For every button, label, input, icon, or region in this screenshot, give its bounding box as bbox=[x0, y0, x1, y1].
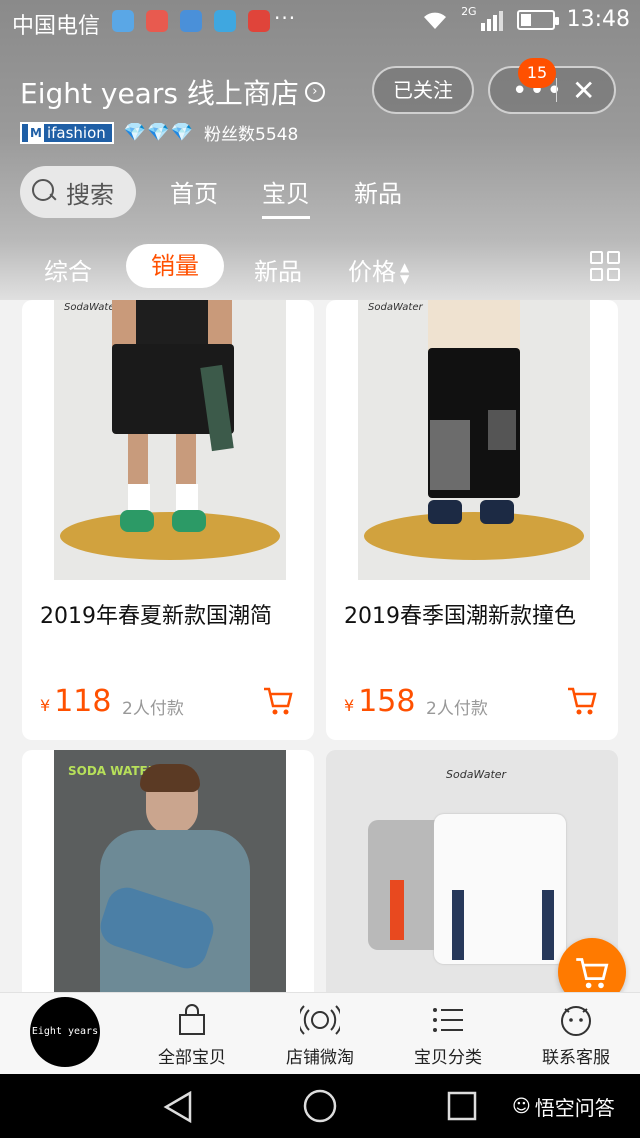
wifi-icon bbox=[424, 12, 447, 29]
product-image: SodaWater bbox=[54, 300, 286, 580]
watermark: ☺ 悟空问答 bbox=[512, 1096, 615, 1120]
home-icon[interactable] bbox=[302, 1088, 338, 1124]
carrier-label: 中国电信 bbox=[12, 14, 101, 39]
close-icon[interactable]: ✕ bbox=[572, 74, 595, 107]
nav-all-items[interactable]: 全部宝贝 bbox=[137, 1001, 247, 1068]
sort-comprehensive[interactable]: 综合 bbox=[44, 252, 92, 287]
ifashion-badge: M ifashion bbox=[20, 121, 114, 144]
browser-notification-icon bbox=[112, 10, 134, 32]
store-title[interactable]: Eight years 线上商店 › bbox=[20, 72, 325, 112]
shop-logo[interactable]: Eight years bbox=[30, 997, 100, 1067]
weibo-notification-icon bbox=[248, 10, 270, 32]
bottom-nav: Eight years 全部宝贝 店铺微淘 宝贝分类 联系客服 bbox=[0, 992, 640, 1074]
system-nav-bar: ☺ 悟空问答 bbox=[0, 1074, 640, 1138]
product-price: ¥158 bbox=[344, 684, 416, 719]
signal-icon bbox=[480, 10, 503, 31]
notification-icons bbox=[112, 10, 270, 32]
ifashion-logo-icon: M bbox=[28, 123, 44, 142]
cart-icon[interactable] bbox=[262, 686, 294, 716]
tab-home[interactable]: 首页 bbox=[170, 174, 218, 209]
shopping-bag-icon bbox=[179, 1004, 205, 1035]
product-card[interactable]: SodaWater 2019春季国潮新款撞色 ¥158 2人付款 bbox=[326, 300, 618, 740]
nav-customer-service[interactable]: 联系客服 bbox=[521, 1001, 631, 1068]
sort-arrows-icon: ▲ ▼ bbox=[400, 260, 410, 286]
nav-categories[interactable]: 宝贝分类 bbox=[393, 1001, 503, 1068]
tab-items[interactable]: 宝贝 bbox=[262, 174, 310, 219]
product-image: SODA WATER bbox=[54, 750, 286, 1010]
store-name: Eight years 线上商店 bbox=[20, 77, 299, 110]
fans-count: 粉丝数5548 bbox=[204, 125, 299, 145]
grid-view-icon[interactable] bbox=[590, 251, 620, 281]
brand-watermark: SodaWater bbox=[446, 768, 507, 781]
nav-store-feed[interactable]: 店铺微淘 bbox=[265, 1001, 375, 1068]
broadcast-icon bbox=[300, 1005, 340, 1035]
tab-new[interactable]: 新品 bbox=[354, 174, 402, 209]
recents-icon[interactable] bbox=[446, 1090, 478, 1122]
search-icon bbox=[32, 179, 58, 205]
clock: 13:48 bbox=[566, 7, 630, 32]
network-type: 2G bbox=[461, 5, 477, 18]
list-icon bbox=[433, 1008, 463, 1032]
status-bar: 中国电信 ··· 2G 13:48 bbox=[0, 0, 640, 44]
app-notification-icon bbox=[146, 10, 168, 32]
chat-face-icon bbox=[561, 1006, 591, 1036]
brand-watermark: SodaWater bbox=[64, 302, 119, 313]
sort-price-label: 价格 bbox=[348, 258, 396, 286]
sold-count: 2人付款 bbox=[122, 699, 184, 719]
follow-button[interactable]: 已关注 bbox=[372, 66, 474, 114]
cart-icon[interactable] bbox=[566, 686, 598, 716]
brand-watermark: SodaWater bbox=[368, 302, 423, 313]
gallery-notification-icon bbox=[180, 10, 202, 32]
sort-sales[interactable]: 销量 bbox=[126, 244, 224, 288]
product-card[interactable]: SODA WATER bbox=[22, 750, 314, 1010]
store-meta: M ifashion 💎💎💎 粉丝数5548 bbox=[20, 120, 298, 145]
product-title: 2019春季国潮新款撞色 bbox=[344, 604, 576, 629]
product-image: SodaWater bbox=[358, 300, 590, 580]
sort-price[interactable]: 价格 ▲ ▼ bbox=[348, 252, 409, 287]
battery-icon bbox=[516, 9, 559, 30]
back-icon[interactable] bbox=[162, 1090, 194, 1124]
search-button[interactable]: 搜索 bbox=[20, 166, 136, 218]
capsule-divider bbox=[556, 78, 557, 102]
product-price: ¥118 bbox=[40, 684, 112, 719]
wukong-logo-icon: ☺ bbox=[512, 1096, 531, 1117]
header-background bbox=[0, 0, 640, 300]
diamond-rating-icon: 💎💎💎 bbox=[123, 122, 195, 143]
cart-icon bbox=[576, 958, 609, 989]
more-notifications-icon: ··· bbox=[274, 6, 297, 30]
product-card[interactable]: SodaWater 2019年春夏新款国潮简 ¥118 2人付款 bbox=[22, 300, 314, 740]
message-count-badge: 15 bbox=[518, 58, 556, 88]
sold-count: 2人付款 bbox=[426, 699, 488, 719]
product-title: 2019年春夏新款国潮简 bbox=[40, 604, 272, 629]
search-label: 搜索 bbox=[66, 180, 114, 209]
sort-new[interactable]: 新品 bbox=[254, 252, 302, 287]
chevron-right-icon: › bbox=[304, 82, 325, 102]
message-notification-icon bbox=[214, 10, 236, 32]
